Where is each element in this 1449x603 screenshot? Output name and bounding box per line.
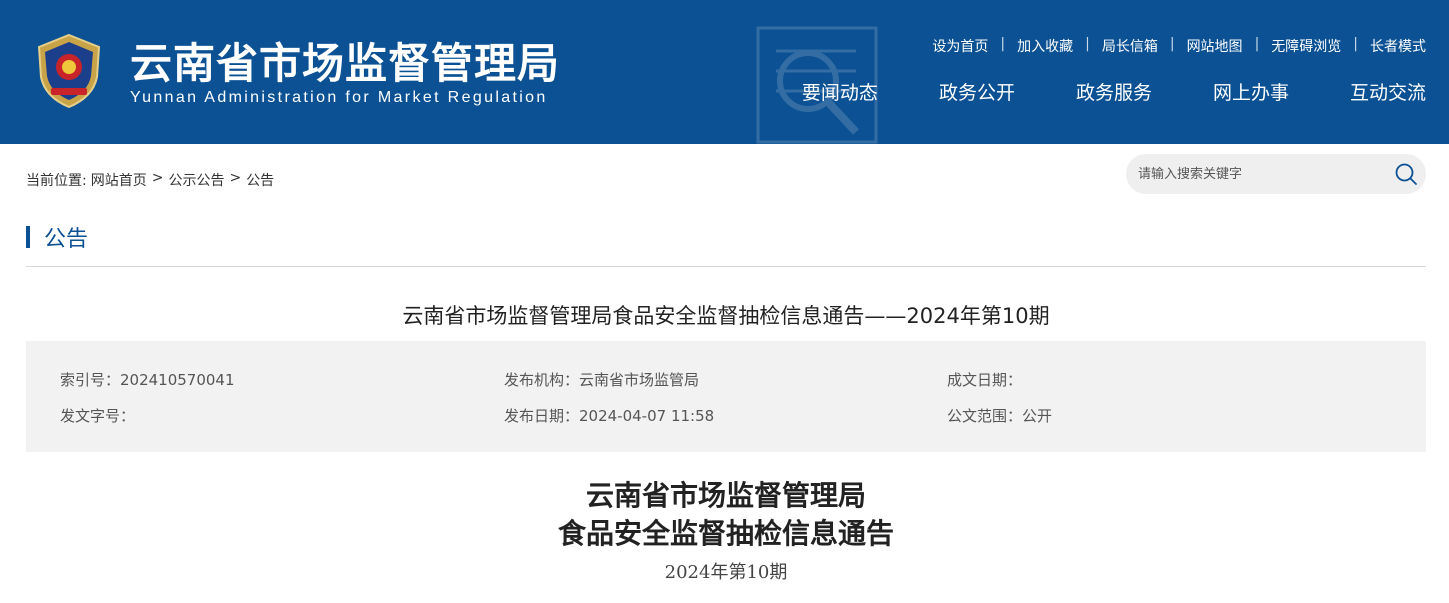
top-link-set-homepage[interactable]: 设为首页 <box>932 36 988 56</box>
breadcrumb-home[interactable]: 网站首页 <box>91 170 147 190</box>
document-heading-line-2: 食品安全监督抽检信息通告 <box>557 517 894 550</box>
main-nav: 要闻动态 政务公开 政务服务 网上办事 互动交流 <box>741 78 1426 105</box>
breadcrumb-separator: > <box>229 170 242 186</box>
top-link-sitemap[interactable]: 网站地图 <box>1187 36 1243 56</box>
separator: | <box>1254 36 1260 52</box>
separator: | <box>1000 36 1006 52</box>
nav-online-services[interactable]: 网上办事 <box>1213 78 1289 105</box>
breadcrumb-separator: > <box>151 170 164 186</box>
separator: | <box>1169 36 1175 52</box>
search-icon[interactable] <box>1394 162 1418 186</box>
breadcrumb: 当前位置: 网站首页 > 公示公告 > 公告 <box>26 170 274 190</box>
document-issue: 2024年第10期 <box>664 562 788 583</box>
section-header: 公告 <box>26 225 88 252</box>
nav-government-affairs[interactable]: 政务公开 <box>939 78 1015 105</box>
breadcrumb-prefix: 当前位置: <box>26 173 87 189</box>
document-heading-line-1: 云南省市场监督管理局 <box>585 479 866 512</box>
nav-news[interactable]: 要闻动态 <box>802 78 878 105</box>
top-link-director-mailbox[interactable]: 局长信箱 <box>1102 36 1158 56</box>
site-title: 云南省市场监督管理局 <box>130 39 561 88</box>
meta-index-number: 索引号：202410570041 <box>60 371 235 389</box>
top-link-elder-mode[interactable]: 长者模式 <box>1370 36 1426 56</box>
meta-document-number: 发文字号： <box>60 407 136 425</box>
site-header: 云南省市场监督管理局 Yunnan Administration for Mar… <box>0 0 1449 144</box>
divider <box>26 266 1426 267</box>
search-box <box>1126 154 1426 194</box>
separator: | <box>1085 36 1090 52</box>
section-title: 公告 <box>44 227 89 252</box>
section-accent-bar <box>26 226 30 248</box>
meta-scope: 公文范围：公开 <box>947 407 1053 425</box>
meta-publish-date: 发布日期：2024-04-07 11:58 <box>504 407 715 425</box>
meta-created-date: 成文日期： <box>947 371 1023 389</box>
breadcrumb-notice[interactable]: 公告 <box>246 170 274 190</box>
top-link-accessibility[interactable]: 无障碍浏览 <box>1271 36 1341 56</box>
separator: | <box>1353 36 1358 52</box>
article-title: 云南省市场监督管理局食品安全监督抽检信息通告——2024年第10期 <box>402 304 1050 328</box>
breadcrumb-announcements[interactable]: 公示公告 <box>168 170 224 190</box>
nav-government-services[interactable]: 政务服务 <box>1076 78 1152 105</box>
site-subtitle: Yunnan Administration for Market Regulat… <box>130 89 548 106</box>
search-input[interactable] <box>1138 163 1378 185</box>
nav-interaction[interactable]: 互动交流 <box>1350 78 1426 105</box>
meta-publisher: 发布机构：云南省市场监管局 <box>504 371 700 389</box>
emblem-logo-icon <box>37 33 101 109</box>
top-links: 设为首页 | 加入收藏 | 局长信箱 | 网站地图 | 无障碍浏览 | 长者模式 <box>932 36 1426 56</box>
article-meta-panel: 索引号：202410570041 发布机构：云南省市场监管局 成文日期： 发文字… <box>26 341 1426 452</box>
top-link-add-favorite[interactable]: 加入收藏 <box>1017 36 1073 56</box>
